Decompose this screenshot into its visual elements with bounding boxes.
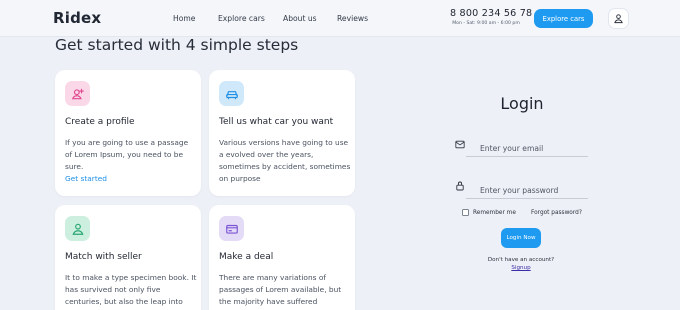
nav-link-about-us[interactable]: About us [283,14,317,23]
email-input[interactable] [466,140,588,157]
step-card-create-profile: Create a profile If you are going to use… [55,70,201,196]
person-icon [65,216,90,241]
steps-title: Get started with 4 simple steps [55,36,299,54]
car-icon [219,81,244,106]
user-icon [614,14,623,24]
remember-me-checkbox[interactable] [462,209,469,216]
credit-card-icon [219,216,244,241]
remember-me-label[interactable]: Remember me [473,210,516,216]
person-add-icon [65,81,90,106]
card-title: Make a deal [219,252,274,262]
card-description: There are many variations of passages of… [219,273,342,306]
remember-me: Remember me [462,209,516,216]
no-account-text: Don't have an account? [487,257,555,263]
user-button[interactable] [608,8,629,29]
working-hours: Mon - Sat: 9:00 am - 6:00 pm [452,21,520,26]
signup-link[interactable]: Signup [470,265,572,271]
card-title: Match with seller [65,252,142,262]
explore-cars-button[interactable]: Explore cars [534,9,593,28]
password-input[interactable] [466,182,588,199]
card-description: It to make a type specimen book. It has … [65,273,197,306]
nav-link-explore-cars[interactable]: Explore cars [218,14,265,23]
site-header: Ridex Home Explore cars About us Reviews… [0,0,680,37]
phone-number[interactable]: 8 800 234 56 78 [450,8,532,19]
forgot-password-link[interactable]: Forgot password? [531,210,582,216]
lock-icon [456,181,464,191]
login-title: Login [500,94,544,113]
get-started-link[interactable]: Get started [65,174,107,183]
card-description: If you are going to use a passage of Lor… [65,138,189,183]
step-card-match-seller: Match with seller It to make a type spec… [55,205,201,310]
card-description: Various versions have going to use a evo… [219,138,351,183]
logo[interactable]: Ridex [53,9,101,27]
card-title: Tell us what car you want [219,117,334,127]
nav-link-home[interactable]: Home [173,14,195,23]
step-card-car-wanted: Tell us what car you want Various versio… [209,70,355,196]
nav-link-reviews[interactable]: Reviews [337,14,368,23]
step-card-make-deal: Make a deal There are many variations of… [209,205,355,310]
mail-icon [455,140,465,149]
card-title: Create a profile [65,117,135,127]
login-button[interactable]: Login Now [501,228,541,248]
